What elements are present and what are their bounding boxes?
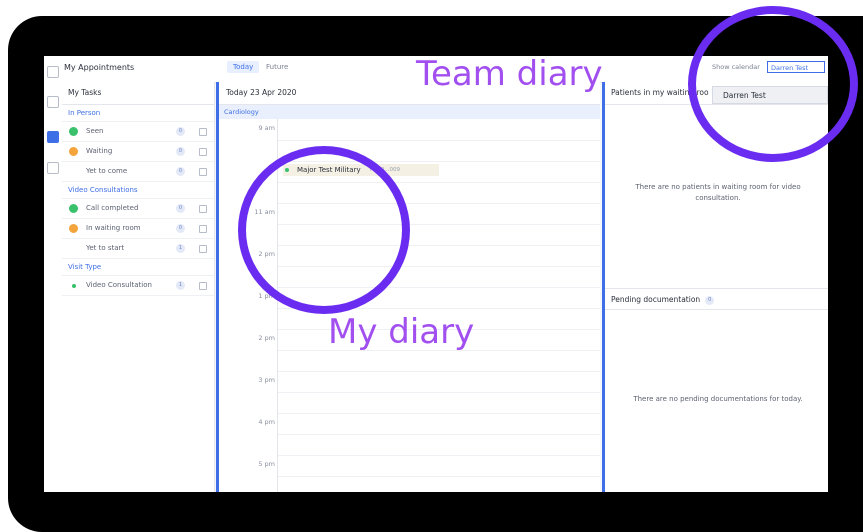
- task-label: Call completed: [86, 204, 139, 212]
- task-row-waiting[interactable]: Waiting 0: [62, 142, 214, 162]
- tab-future[interactable]: Future: [266, 63, 288, 71]
- pending-documentation-heading: Pending documentation 0: [605, 288, 828, 310]
- time-label: 2 pm: [258, 334, 275, 342]
- section-video-consultations: Video Consultations: [62, 182, 214, 199]
- expand-icon[interactable]: [199, 205, 207, 213]
- count-badge: 0: [176, 224, 185, 233]
- time-label: 3 pm: [258, 376, 275, 384]
- task-row-yet-to-start[interactable]: Yet to start 1: [62, 239, 214, 259]
- my-diary-highlight-circle: [238, 146, 410, 314]
- waiting-room-empty-message: There are no patients in waiting room fo…: [635, 183, 801, 202]
- diary-category: Cardiology: [219, 105, 600, 119]
- count-badge: 1: [176, 281, 185, 290]
- grid-line: [278, 392, 600, 393]
- team-diary-highlight-circle: [688, 6, 858, 162]
- tasks-heading: My Tasks: [62, 82, 214, 105]
- clock-icon: [69, 224, 78, 233]
- count-badge: 0: [176, 204, 185, 213]
- appointments-icon[interactable]: [47, 131, 59, 143]
- document-icon[interactable]: [47, 162, 59, 174]
- pending-label: Pending documentation: [611, 295, 701, 304]
- grid-line: [278, 413, 600, 414]
- my-tasks-panel: My Tasks In Person Seen 0 Waiting 0 Yet …: [62, 82, 215, 492]
- clock-icon: [69, 147, 78, 156]
- grid-line: [278, 455, 600, 456]
- count-badge: 0: [176, 147, 185, 156]
- task-label: Video Consultation: [86, 281, 152, 289]
- grid-line: [278, 140, 600, 141]
- calendar-icon[interactable]: [47, 66, 59, 78]
- task-label: Waiting: [86, 147, 113, 155]
- count-badge: 0: [176, 127, 185, 136]
- count-badge: 0: [176, 167, 185, 176]
- time-label: 5 pm: [258, 460, 275, 468]
- count-badge: 1: [176, 244, 185, 253]
- expand-icon[interactable]: [199, 168, 207, 176]
- grid-line: [278, 434, 600, 435]
- team-diary-annotation: Team diary: [416, 54, 603, 94]
- task-row-call-completed[interactable]: Call completed 0: [62, 199, 214, 219]
- pending-empty-message: There are no pending documentations for …: [633, 395, 803, 403]
- time-label: 4 pm: [258, 418, 275, 426]
- grid-line: [278, 371, 600, 372]
- task-row-video-consultation[interactable]: Video Consultation 1: [62, 276, 214, 296]
- my-diary-annotation: My diary: [328, 312, 475, 352]
- user-icon[interactable]: [47, 96, 59, 108]
- task-label: Yet to start: [86, 244, 125, 252]
- grid-line: [278, 476, 600, 477]
- tab-today[interactable]: Today: [227, 61, 260, 73]
- task-label: Seen: [86, 127, 104, 135]
- pending-count-badge: 0: [705, 295, 715, 305]
- page-title: My Appointments: [64, 63, 135, 72]
- task-row-in-waiting-room[interactable]: In waiting room 0: [62, 219, 214, 239]
- expand-icon[interactable]: [199, 245, 207, 253]
- expand-icon[interactable]: [199, 148, 207, 156]
- expand-icon[interactable]: [199, 225, 207, 233]
- task-row-seen[interactable]: Seen 0: [62, 122, 214, 142]
- status-dot-icon: [72, 284, 76, 288]
- left-icon-rail: [44, 56, 63, 492]
- task-label: Yet to come: [86, 167, 128, 175]
- task-label: In waiting room: [86, 224, 141, 232]
- expand-icon[interactable]: [199, 128, 207, 136]
- time-label: 9 am: [258, 124, 275, 132]
- task-row-yet-to-come[interactable]: Yet to come 0: [62, 162, 214, 182]
- section-in-person: In Person: [62, 105, 214, 122]
- section-visit-type: Visit Type: [62, 259, 214, 276]
- check-icon: [69, 204, 78, 213]
- check-icon: [69, 127, 78, 136]
- expand-icon[interactable]: [199, 282, 207, 290]
